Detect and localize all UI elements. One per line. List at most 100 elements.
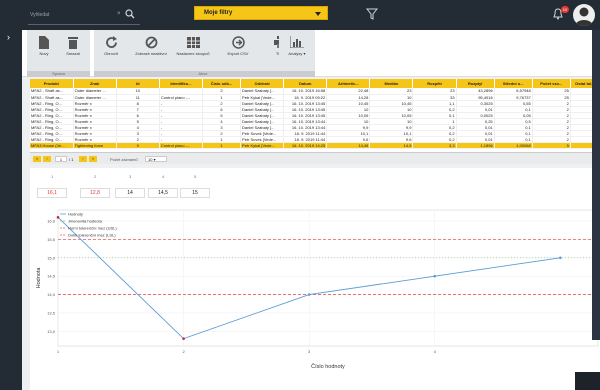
filter-dropdown[interactable]: Moje filtry [194, 6, 328, 20]
x-tick-label: 2 [182, 349, 185, 354]
column-header[interactable]: Medián [369, 79, 414, 88]
avatar[interactable] [573, 4, 595, 26]
table-cell: 14,5 [369, 142, 414, 149]
table-cell: 1 [202, 142, 242, 149]
stat-index: 4 [162, 174, 165, 179]
column-header[interactable]: Identifiko... [159, 79, 203, 88]
x-tick-label: 3 [308, 349, 311, 354]
new-file-icon [39, 35, 49, 49]
right-scrollbar[interactable] [592, 30, 600, 340]
column-header[interactable]: Datum [283, 79, 328, 88]
prev-page-button[interactable]: ‹ [43, 156, 51, 162]
toolbar-group-manage: Nový Smazat Správa [27, 30, 90, 77]
stat-value: 15 [180, 188, 210, 198]
search-icon[interactable] [125, 9, 135, 19]
search-box[interactable]: Vyhledat × [28, 5, 140, 25]
show-inactive-button[interactable]: Zobrazit neaktivní [134, 33, 168, 68]
stat-index: 2 [94, 174, 97, 179]
first-page-button[interactable]: « [33, 156, 41, 162]
column-header[interactable]: Znak [73, 79, 117, 88]
toolbar-group-label: Správa [27, 71, 90, 77]
table-cell: 14,48 [326, 142, 371, 149]
analysis-button[interactable]: Analýzy ▾ [282, 33, 312, 68]
column-header[interactable]: Střední o... [494, 79, 533, 88]
table-icon [186, 36, 200, 48]
stat-value: 14,5 [148, 188, 178, 198]
column-header[interactable]: Počet vzo... [532, 79, 571, 88]
column-header[interactable]: Odebral [240, 79, 285, 88]
page-size-select[interactable]: 10 ▾ [145, 156, 167, 162]
table-cell: 5 [532, 142, 571, 149]
left-rail: › [0, 30, 22, 390]
column-settings-button[interactable]: Nastavení sloupců [176, 33, 210, 68]
analysis-button-label: Analýzy ▾ [288, 51, 306, 56]
table-cell: Control plano -... [159, 142, 203, 149]
data-point [56, 216, 60, 219]
filter-dropdown-label: Moje filtry [204, 10, 233, 16]
column-header[interactable]: Rozpětí [412, 79, 457, 88]
page-size-value: 10 [148, 157, 153, 162]
plot-area [57, 209, 599, 347]
show-inactive-button-label: Zobrazit neaktivní [135, 51, 167, 56]
table-row[interactable]: MFA3 House (Ve... Tightening force 9 Contro… [30, 142, 600, 149]
search-input[interactable]: Vyhledat [30, 12, 49, 18]
trash-icon [68, 36, 78, 49]
bar-chart-icon [290, 36, 304, 48]
data-point [307, 293, 311, 296]
table-cell: 9 [116, 142, 160, 149]
table-cell: 16. 10. 2019 14:25 [283, 142, 328, 149]
table-cell: Petr Kykal [Vede... [240, 142, 285, 149]
column-header[interactable]: Id [116, 79, 160, 88]
export-csv-button-label: Export CSV [227, 51, 249, 56]
x-tick-label: 4 [434, 349, 437, 354]
y-tick-label: 14,5 [47, 274, 56, 279]
stat-index: 3 [129, 174, 132, 179]
user-icon [575, 7, 593, 26]
page-size-label: Počet záznamů [110, 157, 138, 162]
export-csv-button[interactable]: Export CSV [221, 33, 255, 68]
toolbar: Nový Smazat Správa Obnovit Zobrazit neak… [22, 30, 600, 77]
stat-value: 16,1 [37, 188, 67, 198]
delete-button-label: Smazat [66, 51, 80, 56]
page-input[interactable]: 1 [55, 156, 67, 162]
analysis-label-text: Analýzy [288, 51, 303, 56]
last-page-button[interactable]: » [89, 156, 97, 162]
x-axis-label: Číslo hodnoty [311, 363, 345, 370]
data-table: Produkt Znak Id Identifiko... Číslo odb... Od… [30, 79, 600, 161]
column-header[interactable]: Číslo odb... [202, 79, 242, 88]
data-point [559, 256, 562, 260]
table-header: Produkt Znak Id Identifiko... Číslo odb... Od… [30, 79, 600, 88]
clear-search-icon[interactable]: × [117, 11, 121, 17]
table-body: MFA2 - Shaft as... Outer diameter ... 10 2 D… [30, 88, 600, 149]
column-header[interactable]: Rozptyl [456, 79, 495, 88]
stat-index: 5 [194, 174, 197, 179]
toolbar-group-analysis: Analýzy ▾ [279, 30, 315, 77]
new-button-label: Nový [39, 51, 49, 56]
corner-panel [575, 372, 600, 390]
expand-menu-icon[interactable]: › [7, 33, 10, 42]
stat-value: 12,8 [80, 188, 110, 198]
filter-icon[interactable] [366, 8, 378, 20]
x-tick-label: 1 [57, 349, 60, 354]
table-cell: 3,3 [412, 142, 457, 149]
y-axis-label: Hodnota [36, 267, 42, 289]
chevron-down-icon [315, 12, 321, 16]
notification-badge: 10 [561, 6, 569, 13]
y-tick-label: 13,5 [47, 310, 56, 315]
y-tick-label: 13,0 [47, 329, 56, 334]
y-tick-label: 16,0 [47, 219, 56, 224]
new-button[interactable]: Nový [29, 33, 59, 68]
next-page-button[interactable]: › [79, 156, 87, 162]
column-header[interactable]: Aritmetic... [326, 79, 371, 88]
refresh-button[interactable]: Obnovit [96, 33, 126, 68]
page-count: / 1 [69, 157, 74, 162]
pager: « ‹ 1 / 1 › » Počet záznamů 10 ▾ [30, 152, 600, 164]
y-tick-label: 15,0 [47, 255, 56, 260]
line-chart: 13,0 13,5 14,0 14,5 15,0 15,5 16,0 1 2 3 4 Číslo ho… [36, 209, 599, 370]
top-bar: Vyhledat × Moje filtry 10 [0, 0, 600, 30]
legend-item: Jmenovitá hodnota [68, 219, 103, 224]
delete-button[interactable]: Smazat [58, 33, 88, 68]
column-header[interactable]: Produkt [30, 79, 74, 88]
arrow-right-circle-icon [231, 35, 245, 49]
y-tick-label: 15,5 [47, 237, 56, 242]
